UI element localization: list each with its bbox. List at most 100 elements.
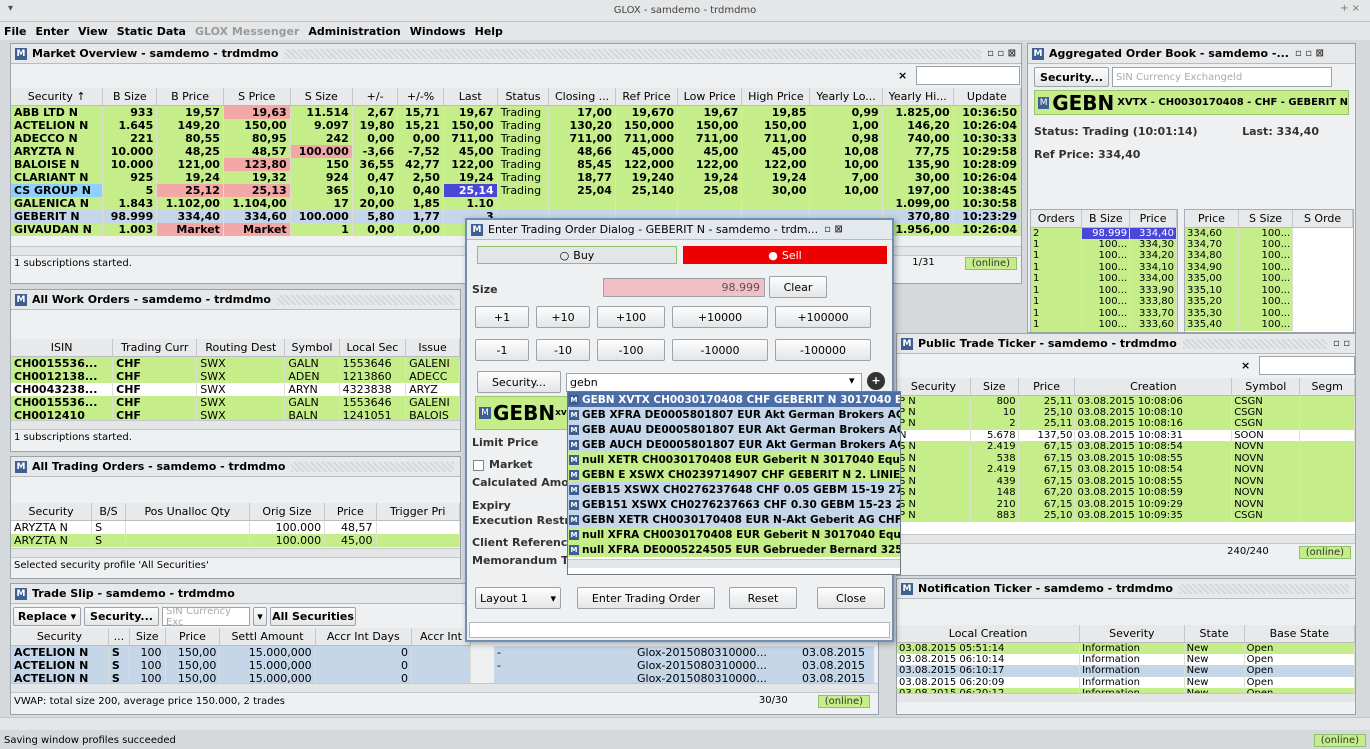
menu-file[interactable]: File: [4, 25, 27, 38]
autocomplete-item[interactable]: Mnull XETR CH0030170408 EUR Geberit N 30…: [568, 452, 900, 467]
table-row[interactable]: 334,70 100...: [1185, 238, 1353, 250]
column-header[interactable]: Size: [129, 628, 166, 646]
column-header[interactable]: Price: [1129, 210, 1177, 228]
autocomplete-item[interactable]: Mnull XFRA CH0030170408 EUR Geberit N 30…: [568, 527, 900, 542]
column-header[interactable]: Trigger Pri: [376, 503, 460, 521]
column-header[interactable]: B Size: [102, 88, 158, 106]
table-row[interactable]: 1 100... 333,70: [1031, 307, 1177, 319]
column-header[interactable]: Last: [443, 88, 498, 106]
autocomplete-item[interactable]: M GEBN E XSWX CH0239714907 CHF GEBERIT N …: [568, 467, 900, 482]
table-row[interactable]: - Glox-2015080310000... 03.08.2015: [494, 646, 874, 659]
table-row[interactable]: S N 2.419 67,15 03.08.2015 10:08:54 NOVN: [897, 441, 1355, 453]
main-h-scrollbar[interactable]: [0, 717, 1370, 730]
column-header[interactable]: Pos Unalloc Qty: [125, 503, 250, 521]
table-row[interactable]: ARYZTA N S 100.000 48,57: [11, 520, 460, 534]
dialog-security-input[interactable]: gebn: [566, 373, 862, 392]
table-row[interactable]: 03.08.2015 06:10:17 Information New Open: [897, 665, 1355, 677]
table-row[interactable]: ACTELION N 1.645 149,20 150,00 9.097 19,80 15,…: [11, 118, 1021, 132]
chevron-down-icon[interactable]: ▾: [849, 374, 855, 387]
decrement-button[interactable]: -1: [475, 339, 529, 361]
table-row[interactable]: P N 10 25,10 03.08.2015 10:08:10 CSGN: [897, 406, 1355, 418]
autocomplete-item[interactable]: M GEBN XETR CH0030170408 EUR N-Akt Geberi…: [568, 512, 900, 527]
column-header[interactable]: S Price: [223, 88, 291, 106]
table-row[interactable]: S N 210 67,15 03.08.2015 10:09:29 NOVN: [897, 498, 1355, 510]
column-header[interactable]: Ref Price: [615, 88, 679, 106]
column-header[interactable]: Routing Dest: [196, 339, 286, 357]
column-header[interactable]: High Price: [741, 88, 811, 106]
layout-dropdown[interactable]: Layout 1 ▾: [475, 587, 561, 609]
trade-slip-security-button[interactable]: Security...: [84, 607, 159, 626]
column-header[interactable]: Issue: [405, 339, 460, 357]
column-header[interactable]: Price: [1185, 210, 1239, 228]
column-header[interactable]: Orders: [1031, 210, 1083, 228]
column-header[interactable]: Symbol: [1231, 378, 1301, 396]
column-header[interactable]: Yearly Lo...: [809, 88, 883, 106]
table-row[interactable]: 1 100... 333,90: [1031, 284, 1177, 296]
autocomplete-item[interactable]: M GEB15 XSWX CH0276237648 CHF 0.05 GEBM 1…: [568, 482, 900, 497]
column-header[interactable]: Trading Curr: [112, 339, 198, 357]
table-row[interactable]: ADECCO N 221 80,55 80,95 242 0,00 0,00 711,00 Tr…: [11, 131, 1021, 145]
table-row[interactable]: N 5.678 137,50 03.08.2015 10:08:31 SOON: [897, 429, 1355, 441]
autocomplete-item[interactable]: M GEBN XVTX CH0030170408 CHF GEBERIT N 30…: [568, 392, 900, 407]
table-row[interactable]: 335,00 100...: [1185, 273, 1353, 285]
table-row[interactable]: CH0043238... CHF SWX ARYN 4323838 ARYZ: [11, 382, 460, 396]
column-header[interactable]: Security: [11, 503, 93, 521]
table-row[interactable]: CS GROUP N 5 25,12 25,13 365 0,10 0,40 25,14 Tra…: [11, 183, 1021, 197]
market-checkbox[interactable]: [473, 460, 484, 471]
enter-trading-order-button[interactable]: Enter Trading Order: [577, 587, 715, 609]
table-row[interactable]: ABB LTD N 933 19,57 19,63 11.514 2,67 15,71 19,…: [11, 105, 1021, 119]
table-row[interactable]: 334,60 100...: [1185, 227, 1353, 239]
table-row[interactable]: P N 2 25,11 03.08.2015 10:08:16 CSGN: [897, 418, 1355, 430]
menu-view[interactable]: View: [78, 25, 108, 38]
column-header[interactable]: Security: [11, 628, 109, 646]
increment-button[interactable]: +100: [597, 306, 665, 328]
column-header[interactable]: Update: [953, 88, 1021, 106]
table-row[interactable]: 1 100... 334,10: [1031, 261, 1177, 273]
column-header[interactable]: Size: [970, 378, 1019, 396]
table-row[interactable]: CH0015536... CHF SWX GALN 1553646 GALENI: [11, 395, 460, 409]
table-row[interactable]: 1 100... 333,80: [1031, 296, 1177, 308]
menu-administration[interactable]: Administration: [308, 25, 400, 38]
table-row[interactable]: ACTELION N S 100 150,00 15.000,000 0: [11, 645, 472, 659]
column-header[interactable]: B/S: [91, 503, 126, 521]
table-row[interactable]: ARYZTA N S 100.000 45,00: [11, 533, 460, 547]
decrement-button[interactable]: -100000: [775, 339, 871, 361]
market-filter-input[interactable]: [916, 66, 1020, 85]
table-row[interactable]: P N 800 25,11 03.08.2015 10:08:06 CSGN: [897, 395, 1355, 407]
table-row[interactable]: 2 98.999 334,40: [1031, 227, 1177, 239]
table-row[interactable]: CLARIANT N 925 19,24 19,32 924 0,47 2,50 19,24 T…: [11, 170, 1021, 184]
column-header[interactable]: Local Creation: [897, 625, 1081, 643]
column-header[interactable]: Local Sec: [339, 339, 407, 357]
table-row[interactable]: S N 538 67,15 03.08.2015 10:08:55 NOVN: [897, 452, 1355, 464]
close-button[interactable]: Close: [817, 587, 885, 609]
table-row[interactable]: GALENICA N 1.843 1.102,00 1.104,00 17 20,00 1,…: [11, 196, 1021, 210]
clear-filter-icon[interactable]: ×: [898, 69, 907, 82]
table-row[interactable]: CH0012138... CHF SWX ADEN 1213860 ADECC: [11, 369, 460, 383]
column-header[interactable]: Security ↑: [11, 88, 104, 106]
column-header[interactable]: ...: [108, 628, 130, 646]
table-row[interactable]: 334,80 100...: [1185, 250, 1353, 262]
column-header[interactable]: Symbol: [284, 339, 340, 357]
menu-enter[interactable]: Enter: [36, 25, 70, 38]
table-row[interactable]: S N 2.419 67,15 03.08.2015 10:08:54 NOVN: [897, 464, 1355, 476]
add-icon[interactable]: +: [867, 372, 885, 390]
table-row[interactable]: 335,30 100...: [1185, 307, 1353, 319]
column-header[interactable]: +/-%: [397, 88, 444, 106]
table-row[interactable]: 1 100... 334,00: [1031, 273, 1177, 285]
ticker-h-scrollbar[interactable]: [897, 534, 1355, 543]
column-header[interactable]: Orig Size: [249, 503, 326, 521]
column-header[interactable]: Price: [324, 503, 377, 521]
menu-glox-messenger[interactable]: GLOX Messenger: [195, 25, 299, 38]
table-row[interactable]: CH0012410 CHF SWX BALN 1241051 BALOIS: [11, 408, 460, 420]
table-row[interactable]: 335,10 100...: [1185, 284, 1353, 296]
table-row[interactable]: 03.08.2015 06:20:09 Information New Open: [897, 676, 1355, 688]
increment-button[interactable]: +100000: [775, 306, 871, 328]
column-header[interactable]: State: [1184, 625, 1245, 643]
autocomplete-item[interactable]: Mnull XFRA DE0005224505 EUR Gebrueder Be…: [568, 542, 900, 557]
replace-dropdown[interactable]: Replace ▾: [13, 607, 81, 626]
table-row[interactable]: P N 883 25,10 03.08.2015 10:09:35 CSGN: [897, 510, 1355, 522]
table-row[interactable]: S N 439 67,15 03.08.2015 10:08:55 NOVN: [897, 475, 1355, 487]
notif-h-scrollbar[interactable]: [897, 693, 1355, 702]
work-h-scrollbar[interactable]: [11, 420, 460, 429]
column-header[interactable]: B Price: [156, 88, 224, 106]
